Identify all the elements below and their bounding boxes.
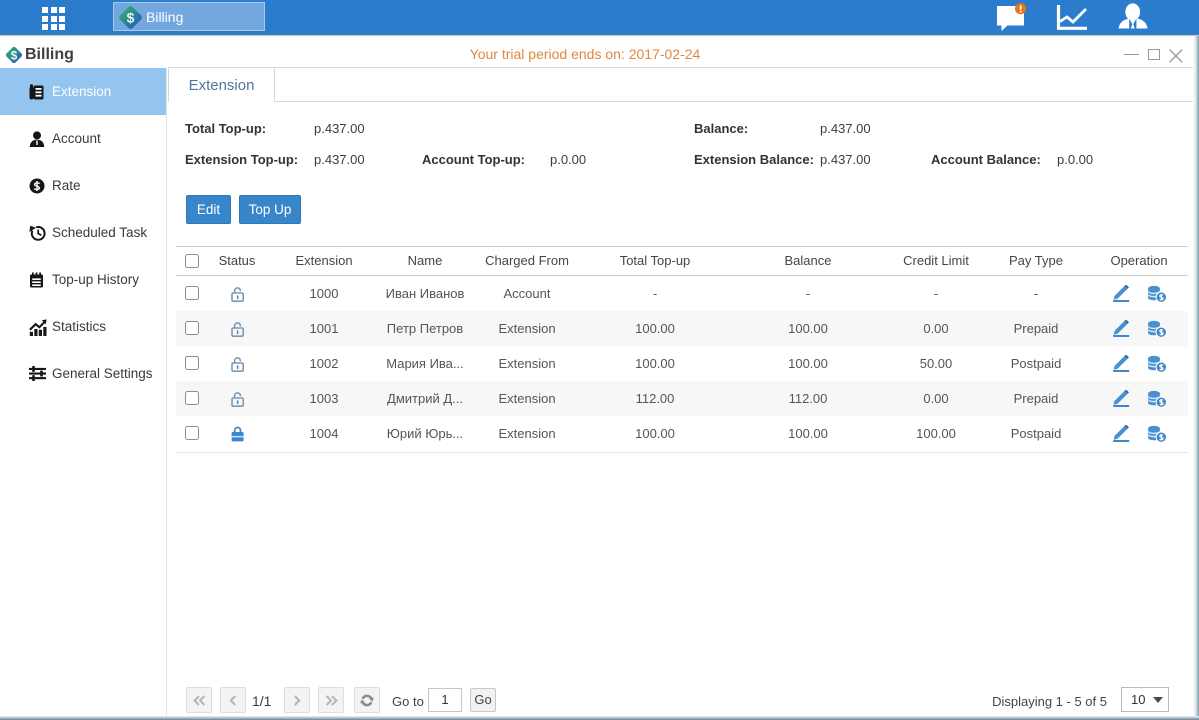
svg-text:$: $ — [127, 9, 135, 25]
svg-text:$: $ — [11, 48, 18, 62]
